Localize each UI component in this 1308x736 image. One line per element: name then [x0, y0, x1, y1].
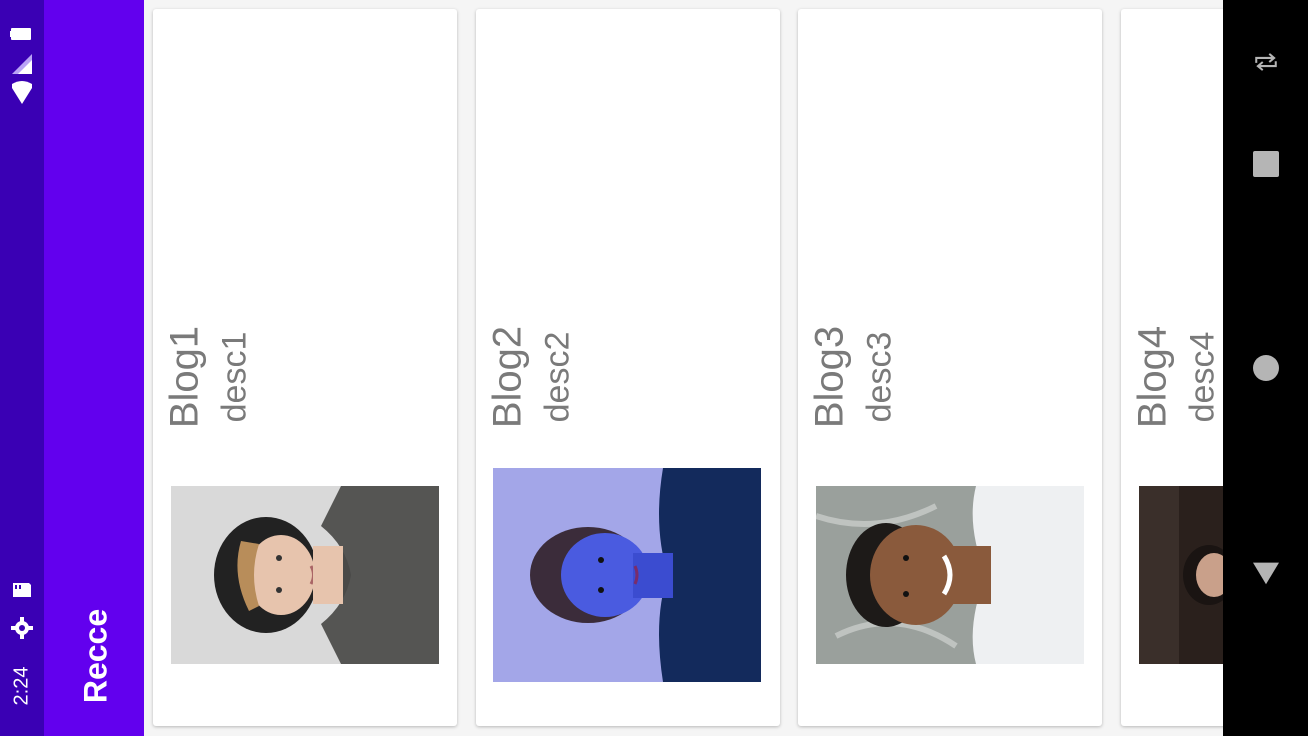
blog-description: desc4 [1183, 331, 1222, 423]
blog-title: Blog3 [807, 325, 852, 429]
blog-author-photo [493, 468, 761, 682]
home-icon[interactable] [1253, 355, 1279, 381]
blog-card[interactable]: Blog4 desc4 [1121, 9, 1223, 726]
battery-icon [10, 22, 34, 46]
blog-title: Blog1 [162, 325, 207, 429]
blog-description: desc1 [215, 331, 254, 423]
blog-card[interactable]: Blog2 desc2 [476, 9, 780, 726]
blog-description: desc2 [538, 331, 577, 423]
app-title: Recce [77, 608, 114, 704]
blog-list[interactable]: Blog1 desc1 Blog2 desc2 Blog3 desc3 Blog… [144, 0, 1223, 736]
sd-card-icon [10, 578, 34, 602]
back-icon[interactable] [1253, 560, 1279, 586]
signal-icon [10, 52, 34, 76]
rotate-icon[interactable] [1253, 49, 1279, 75]
app-bar: Recce [44, 0, 144, 736]
blog-title: Blog2 [485, 325, 530, 429]
blog-card[interactable]: Blog3 desc3 [798, 9, 1102, 726]
blog-description: desc3 [860, 331, 899, 423]
clock-time: 2:24 [10, 666, 33, 706]
blog-title: Blog4 [1130, 325, 1175, 429]
blog-author-photo [171, 486, 439, 664]
status-bar: 2:24 [0, 0, 44, 736]
blog-author-photo [816, 486, 1084, 664]
navigation-bar [1223, 0, 1308, 736]
blog-author-photo [1139, 486, 1223, 664]
settings-gear-icon [10, 616, 34, 640]
wifi-icon [10, 80, 34, 104]
blog-card[interactable]: Blog1 desc1 [153, 9, 457, 726]
recents-icon[interactable] [1253, 151, 1279, 177]
